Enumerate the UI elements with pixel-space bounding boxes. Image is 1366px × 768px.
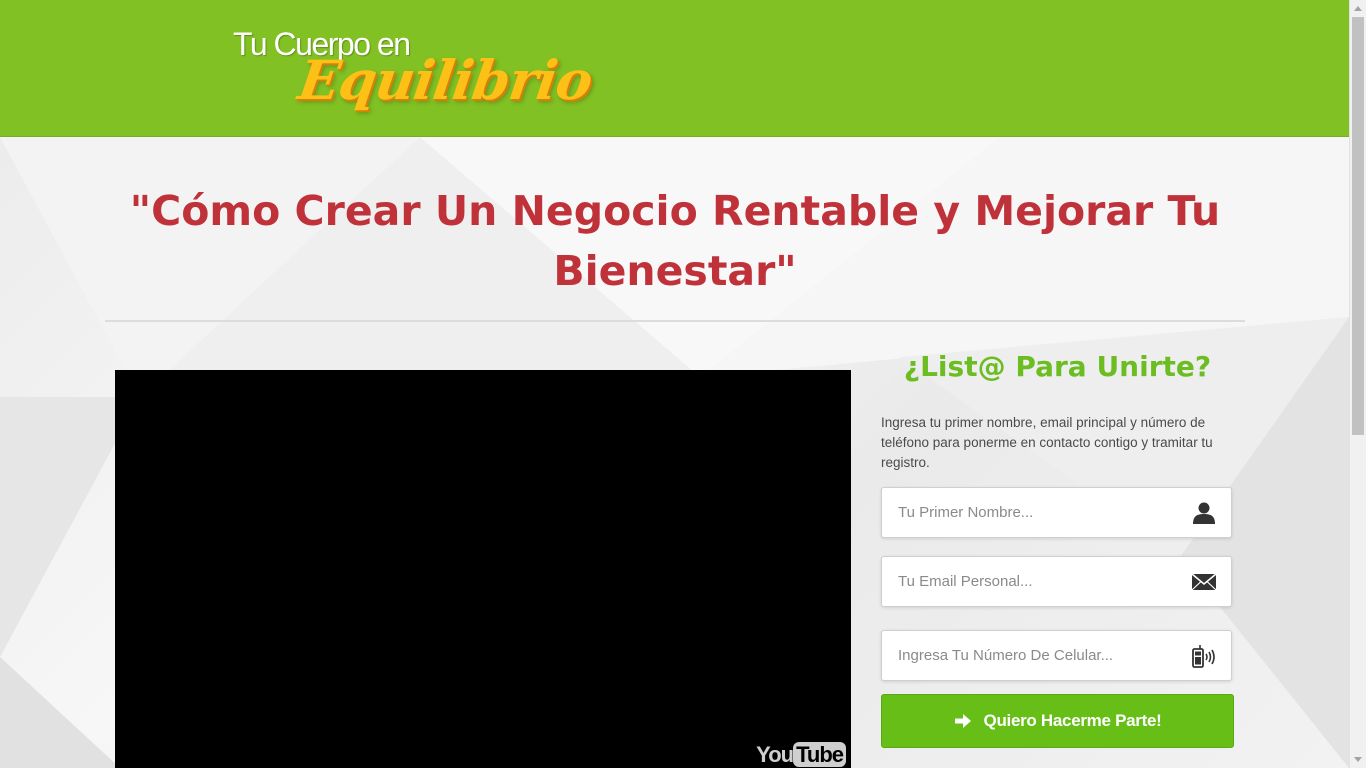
main-content: "Cómo Crear Un Negocio Rentable y Mejora…: [0, 137, 1349, 768]
form-description: Ingresa tu primer nombre, email principa…: [881, 415, 1213, 470]
user-icon: [1193, 502, 1215, 524]
scroll-up-arrow-icon[interactable]: [1354, 6, 1362, 11]
mobile-phone-icon: [1192, 645, 1215, 668]
logo-line-2: Equilibrio: [294, 48, 596, 112]
youtube-logo-you: You: [756, 742, 794, 767]
form-title: ¿List@ Para Unirte?: [903, 350, 1212, 383]
site-header: Tu Cuerpo en Equilibrio: [0, 0, 1349, 137]
scroll-down-arrow-icon[interactable]: [1354, 757, 1362, 762]
youtube-logo[interactable]: You Tube: [756, 742, 846, 768]
arrow-right-icon: [954, 714, 971, 728]
video-player[interactable]: You Tube: [115, 370, 851, 768]
submit-button[interactable]: Quiero Hacerme Parte!: [881, 694, 1234, 748]
mobile-number-field[interactable]: [881, 630, 1232, 681]
email-input[interactable]: [882, 557, 1182, 606]
email-field[interactable]: [881, 556, 1232, 607]
page-scrollbar[interactable]: [1349, 0, 1366, 768]
youtube-logo-tube: Tube: [793, 742, 846, 767]
envelope-icon: [1191, 573, 1217, 591]
scrollbar-thumb[interactable]: [1352, 17, 1364, 435]
submit-button-label: Quiero Hacerme Parte!: [983, 711, 1162, 730]
first-name-field[interactable]: [881, 487, 1232, 538]
page-headline: "Cómo Crear Un Negocio Rentable y Mejora…: [129, 187, 1221, 295]
mobile-number-input[interactable]: [882, 631, 1182, 680]
headline-divider: [105, 320, 1245, 322]
first-name-input[interactable]: [882, 488, 1182, 537]
site-logo[interactable]: Tu Cuerpo en Equilibrio: [233, 26, 596, 126]
